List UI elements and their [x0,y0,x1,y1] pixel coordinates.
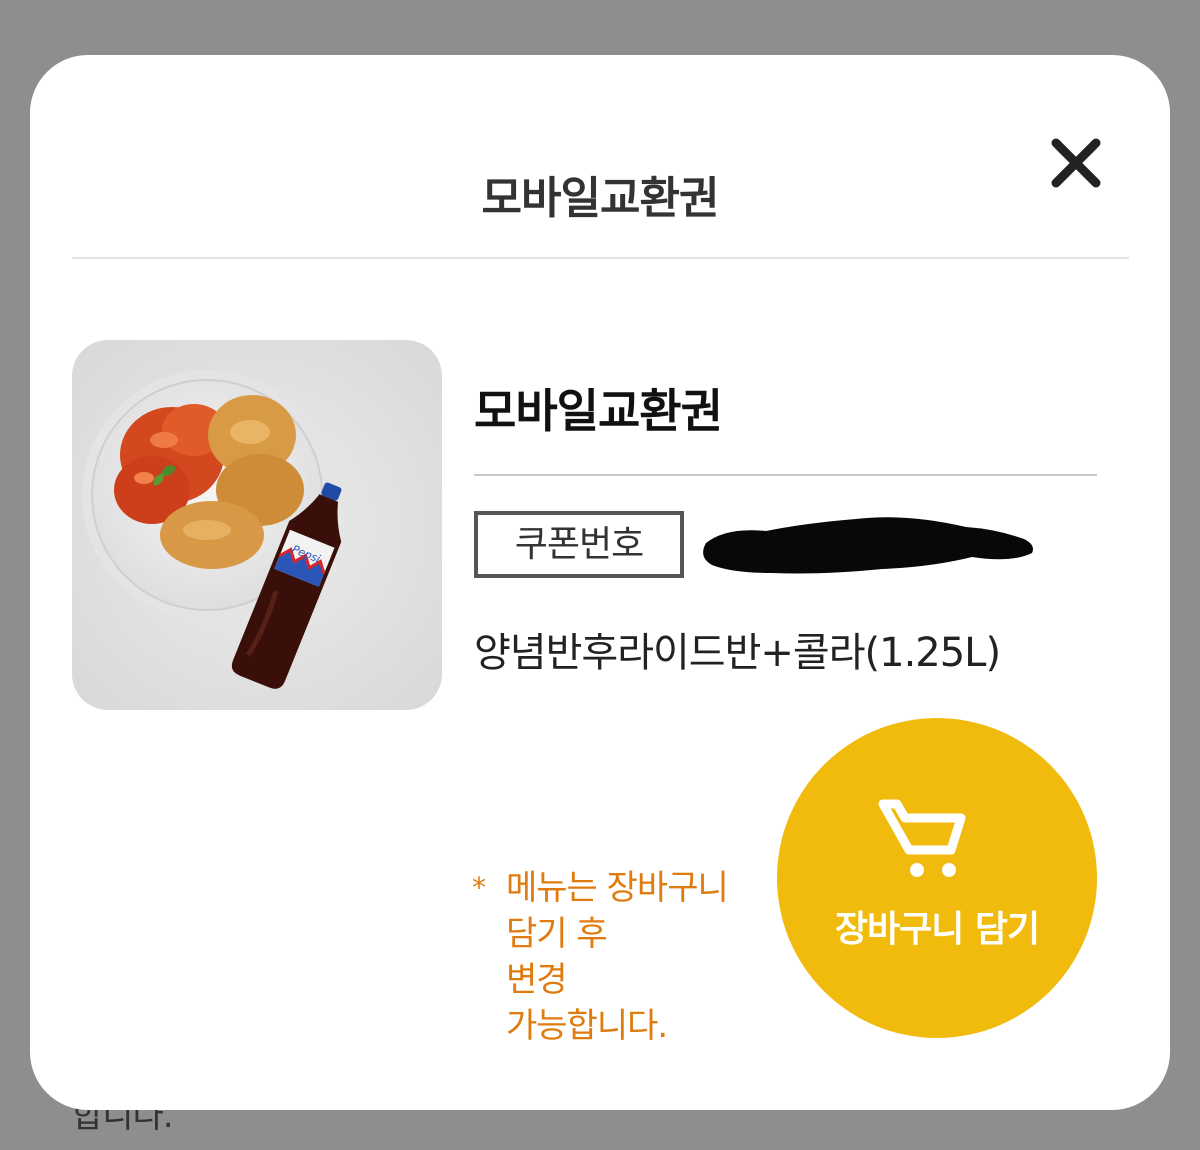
menu-description: 양념반후라이드반+콜라(1.25L) [474,630,1001,676]
notice-line: 담기 후 [506,914,608,954]
modal-title: 모바일교환권 [481,173,720,224]
shopping-cart-icon [878,799,966,877]
add-to-cart-label: 장바구니 담기 [834,909,1040,950]
product-divider [474,474,1097,476]
product-name: 모바일교환권 [474,384,723,438]
add-to-cart-button[interactable]: 장바구니 담기 [777,718,1097,1038]
notice-line: 메뉴는 장바구니 [506,868,729,908]
change-notice: * 메뉴는 장바구니 담기 후 변경 가능합니다. [472,865,772,1049]
mobile-voucher-modal: 모바일교환권 Pepsi 모바일교환권 쿠폰번호 양념반후라이드반+콜라(1.2… [30,55,1170,1110]
coupon-number-badge: 쿠폰번호 [474,511,684,578]
header-divider [72,257,1129,259]
close-icon [1051,138,1101,188]
notice-line: 변경 [506,960,568,1000]
notice-line: 가능합니다. [506,1006,668,1046]
coupon-number-redaction [703,517,1033,574]
notice-asterisk: * [472,871,486,904]
close-button[interactable] [1048,135,1104,191]
product-image: Pepsi [72,340,442,710]
